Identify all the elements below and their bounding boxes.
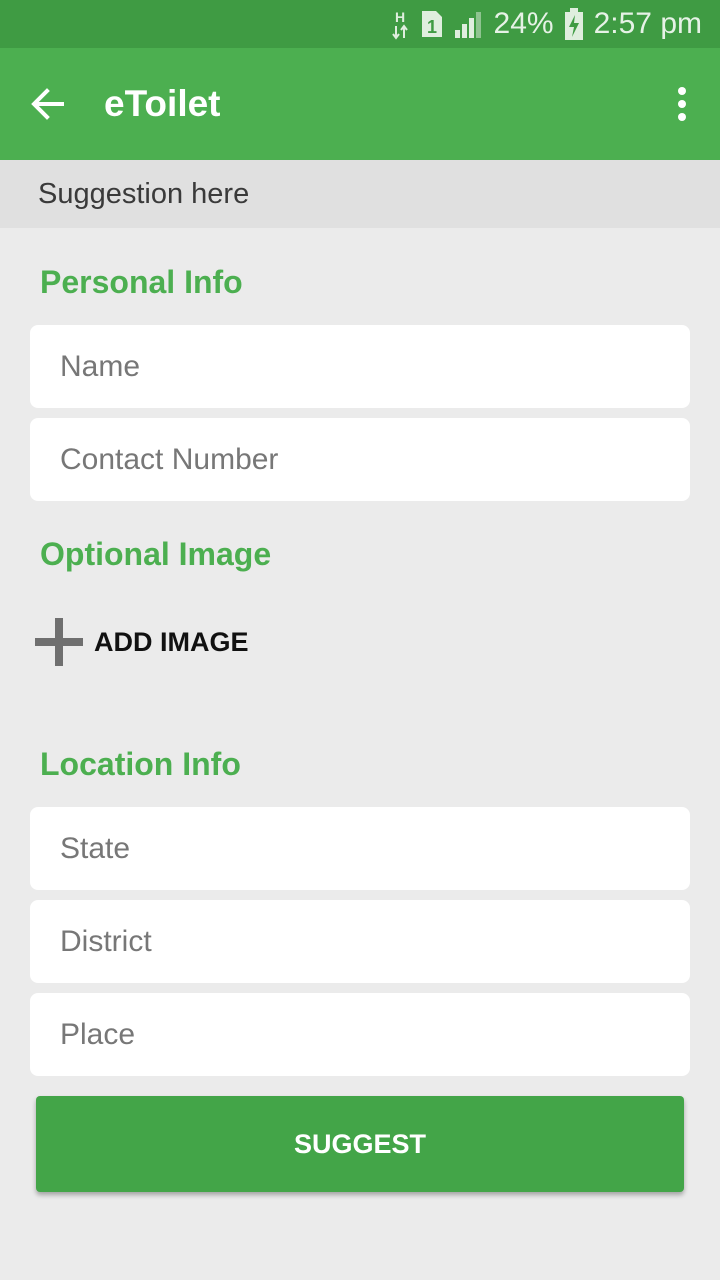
overflow-menu-button[interactable] [662, 76, 702, 132]
sim-card-icon: 1 [420, 9, 444, 39]
name-field[interactable] [30, 325, 690, 408]
more-vert-icon [678, 87, 686, 121]
signal-strength-icon [454, 10, 484, 38]
place-field[interactable] [30, 993, 690, 1076]
status-bar: H 1 24% 2:57 pm [0, 0, 720, 48]
battery-charging-icon [564, 7, 584, 41]
app-bar: eToilet [0, 48, 720, 160]
district-field[interactable] [30, 900, 690, 983]
location-info-title: Location Info [40, 746, 241, 782]
state-field[interactable] [30, 807, 690, 890]
personal-info-title: Personal Info [40, 264, 243, 300]
status-time: 2:57 pm [593, 7, 702, 40]
add-image-label: ADD IMAGE [94, 626, 249, 657]
contact-number-field[interactable] [30, 418, 690, 501]
subheader: Suggestion here [0, 160, 720, 228]
arrow-back-icon [31, 88, 64, 120]
suggest-button[interactable]: SUGGEST [36, 1096, 684, 1192]
app-title: eToilet [104, 83, 221, 124]
back-button[interactable] [0, 48, 96, 160]
svg-text:H: H [394, 9, 404, 25]
network-type-icon: H [390, 7, 410, 41]
optional-image-title: Optional Image [40, 536, 272, 572]
battery-percent: 24% [493, 7, 554, 40]
add-image-button[interactable]: ADD IMAGE [34, 614, 249, 670]
svg-text:1: 1 [427, 17, 437, 37]
plus-icon [35, 618, 83, 666]
